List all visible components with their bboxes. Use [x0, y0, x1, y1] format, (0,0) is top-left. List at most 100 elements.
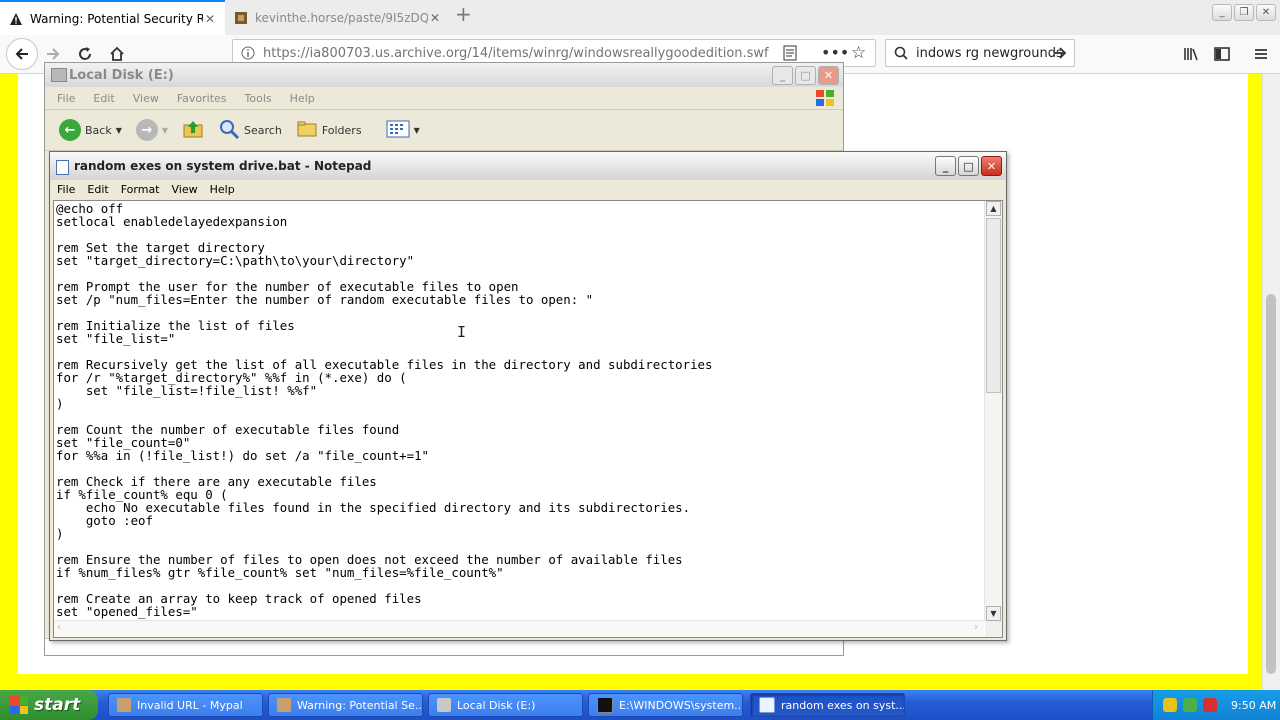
close-icon[interactable]: ✕ — [818, 66, 839, 85]
folders-icon — [296, 119, 318, 142]
taskbar-button-label: Warning: Potential Se... — [297, 698, 423, 712]
library-icon[interactable] — [1178, 41, 1204, 67]
page-scrollbar[interactable] — [1262, 74, 1280, 690]
explorer-title-bar[interactable]: Local Disk (E:) _ □ ✕ — [45, 63, 843, 87]
taskbar-button-mypal-warning[interactable]: Warning: Potential Se... — [268, 693, 423, 717]
warning-icon — [8, 11, 24, 27]
taskbar-button-mypal-invalid[interactable]: Invalid URL - Mypal — [108, 693, 263, 717]
menu-tools[interactable]: Tools — [245, 92, 272, 105]
tab-title: Warning: Potential Security Risk A — [30, 11, 203, 26]
drive-icon — [51, 68, 67, 82]
scroll-right-icon[interactable]: › — [974, 622, 978, 633]
folders-button[interactable]: Folders — [292, 117, 366, 144]
views-button[interactable]: ▼ — [382, 117, 424, 144]
up-folder-icon — [182, 119, 204, 142]
notepad-text[interactable]: @echo off setlocal enabledelayedexpansio… — [56, 202, 984, 620]
close-tab-icon[interactable]: ✕ — [203, 12, 217, 26]
menu-file[interactable]: File — [57, 92, 75, 105]
search-value: indows rg newgrounds — [916, 46, 1063, 61]
menu-file[interactable]: File — [57, 183, 75, 196]
new-tab-icon[interactable]: + — [455, 2, 472, 26]
scroll-thumb[interactable] — [986, 218, 1001, 393]
chevron-down-icon[interactable]: ▼ — [414, 126, 420, 135]
sidebar-icon[interactable] — [1209, 41, 1235, 67]
windows-logo-icon — [815, 89, 835, 110]
text-cursor-icon: I — [457, 323, 467, 341]
search-field[interactable]: indows rg newgrounds — [885, 39, 1075, 67]
go-arrow-icon[interactable] — [1052, 45, 1068, 64]
maximize-icon[interactable]: □ — [958, 156, 979, 176]
start-label: start — [34, 695, 81, 715]
menu-help[interactable]: Help — [290, 92, 315, 105]
back-arrow-icon[interactable] — [6, 38, 38, 70]
taskbar-button-label: Invalid URL - Mypal — [137, 698, 243, 712]
menu-edit[interactable]: Edit — [93, 92, 114, 105]
bookmark-star-icon[interactable]: ☆ — [851, 43, 866, 63]
close-icon[interactable]: ✕ — [1256, 4, 1276, 21]
page-scroll-thumb[interactable] — [1266, 294, 1276, 674]
maximize-icon[interactable]: ❐ — [1234, 4, 1254, 21]
hamburger-menu-icon[interactable] — [1248, 41, 1274, 67]
tray-app-icon[interactable] — [1163, 698, 1177, 712]
taskbar-button-notepad[interactable]: random exes on syst... — [750, 693, 905, 717]
horizontal-scrollbar[interactable]: ‹ › — [54, 620, 984, 637]
scroll-down-icon[interactable]: ▼ — [986, 606, 1001, 621]
notepad-icon — [56, 160, 69, 175]
views-icon — [386, 119, 410, 142]
notepad-title: random exes on system drive.bat - Notepa… — [74, 159, 372, 173]
tray-security-shield-icon[interactable] — [1203, 698, 1217, 712]
search-button[interactable]: Search — [214, 116, 286, 145]
search-icon — [894, 46, 908, 63]
maximize-icon[interactable]: □ — [795, 66, 816, 85]
taskbar-button-label: Local Disk (E:) — [457, 698, 536, 712]
minimize-icon[interactable]: _ — [935, 156, 956, 176]
notepad-window[interactable]: random exes on system drive.bat - Notepa… — [49, 151, 1007, 641]
menu-view[interactable]: View — [133, 92, 159, 105]
scroll-left-icon[interactable]: ‹ — [57, 622, 61, 633]
chevron-down-icon[interactable]: ▼ — [162, 126, 168, 135]
back-label: Back — [85, 123, 112, 137]
mypal-icon — [117, 698, 131, 712]
menu-favorites[interactable]: Favorites — [177, 92, 227, 105]
notepad-text-area[interactable]: @echo off setlocal enabledelayedexpansio… — [53, 200, 1003, 638]
vertical-scrollbar[interactable]: ▲ ▼ — [984, 201, 1002, 621]
tab-security-warning[interactable]: Warning: Potential Security Risk A ✕ — [0, 0, 225, 35]
notepad-icon — [759, 697, 775, 713]
taskbar: start Invalid URL - Mypal Warning: Poten… — [0, 690, 1280, 720]
close-tab-icon[interactable]: ✕ — [428, 11, 442, 25]
tray-network-icon[interactable] — [1183, 698, 1197, 712]
menu-edit[interactable]: Edit — [87, 183, 108, 196]
favicon-icon — [233, 10, 249, 26]
notepad-menu-bar: File Edit Format View Help — [50, 180, 1006, 198]
mypal-icon — [277, 698, 291, 712]
search-label: Search — [244, 123, 282, 137]
menu-format[interactable]: Format — [121, 183, 160, 196]
menu-view[interactable]: View — [172, 183, 198, 196]
close-icon[interactable]: ✕ — [981, 156, 1002, 176]
minimize-icon[interactable]: _ — [1212, 4, 1232, 21]
chevron-down-icon[interactable]: ▼ — [116, 126, 122, 135]
tab-paste[interactable]: kevinthe.horse/paste/9I5zDQ87 ✕ — [225, 0, 450, 35]
clock[interactable]: 9:50 AM — [1231, 699, 1276, 712]
folders-label: Folders — [321, 123, 362, 137]
taskbar-button-local-disk[interactable]: Local Disk (E:) — [428, 693, 583, 717]
browser-tab-strip: Warning: Potential Security Risk A ✕ kev… — [0, 0, 1280, 35]
page-actions-icon[interactable]: ••• — [821, 43, 849, 62]
taskbar-button-label: E:\WINDOWS\system... — [619, 698, 743, 712]
browser-window-controls: _ ❐ ✕ — [1212, 4, 1276, 21]
back-arrow-icon: ← — [59, 119, 81, 141]
forward-arrow-icon: → — [135, 119, 158, 141]
notepad-title-bar[interactable]: random exes on system drive.bat - Notepa… — [50, 152, 1006, 180]
page-info-icon[interactable] — [241, 46, 255, 63]
search-icon — [218, 118, 240, 143]
explorer-title: Local Disk (E:) — [69, 67, 174, 83]
menu-help[interactable]: Help — [210, 183, 235, 196]
up-folder-button[interactable] — [178, 117, 208, 144]
scroll-up-icon[interactable]: ▲ — [986, 201, 1001, 216]
taskbar-button-cmd[interactable]: E:\WINDOWS\system... — [588, 693, 743, 717]
start-button[interactable]: start — [0, 690, 98, 720]
resize-grip-icon[interactable] — [985, 621, 1002, 637]
forward-button[interactable]: → ▼ — [132, 117, 172, 143]
minimize-icon[interactable]: _ — [772, 66, 793, 85]
back-button[interactable]: ← Back ▼ — [55, 117, 126, 143]
